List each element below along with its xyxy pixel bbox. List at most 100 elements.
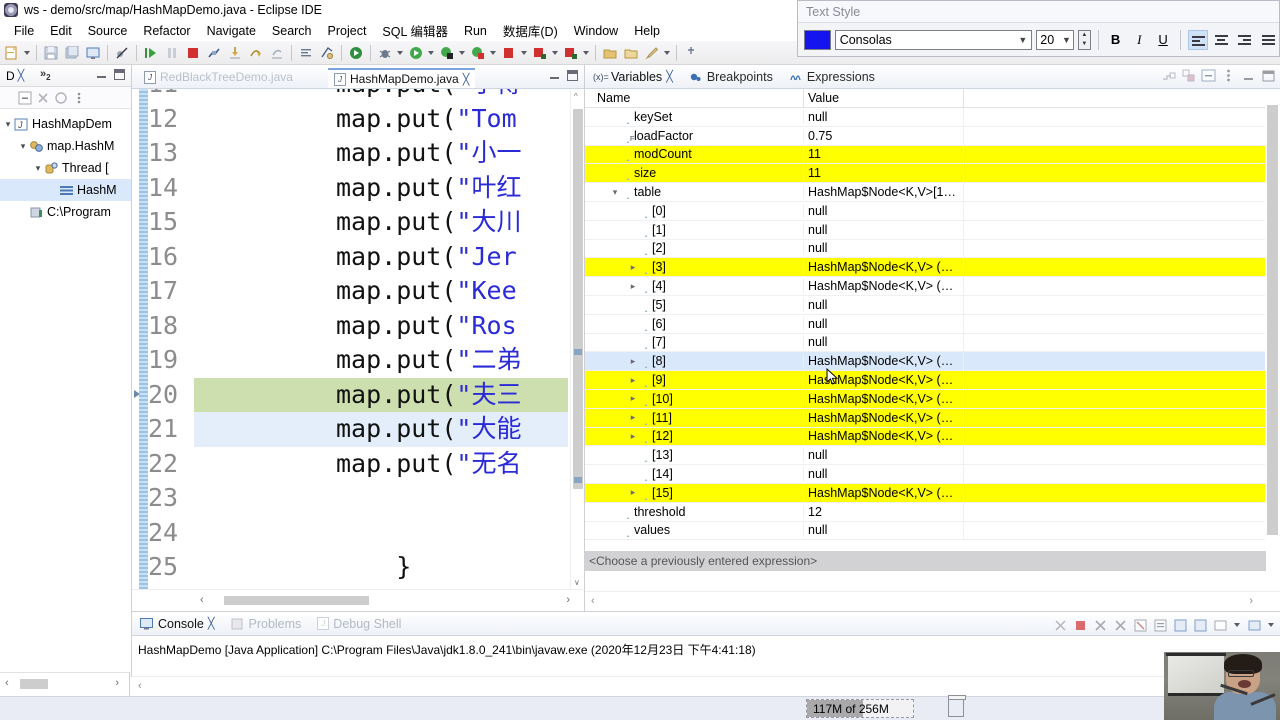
annotation-mark[interactable] — [574, 349, 582, 355]
tab-breakpoints[interactable]: Breakpoints — [681, 68, 781, 86]
variable-name-cell[interactable]: [6] — [585, 317, 803, 331]
pin-console-icon[interactable] — [1193, 618, 1208, 633]
code-line[interactable]: 14 map.put("叶红 — [132, 171, 568, 206]
variable-value-cell[interactable]: HashMap$Node<K,V> (… — [803, 391, 963, 406]
code-line[interactable]: 21 map.put("大能 — [132, 412, 568, 447]
menu-item-file[interactable]: File — [6, 22, 42, 40]
relaunch-icon[interactable] — [54, 91, 68, 105]
chevron-right-icon[interactable]: ▸ — [627, 393, 639, 404]
debug-tree-item[interactable]: C:\Program — [0, 201, 131, 223]
variable-value-cell[interactable]: null — [803, 203, 963, 218]
minimize-icon[interactable] — [1241, 68, 1256, 83]
chevron-down-icon[interactable]: ▾ — [32, 163, 44, 174]
chevron-right-icon[interactable]: ▸ — [627, 375, 639, 386]
variable-row[interactable]: ▸ [11] HashMap$Node<K,V> (… — [585, 408, 1266, 428]
font-size-select[interactable]: 20 ▼ — [1036, 29, 1074, 50]
code-area[interactable]: 11 map.put("子博 12 map.put("Tom 13 map.put("小一… — [132, 89, 568, 589]
font-family-select[interactable]: Consolas ▼ — [834, 29, 1033, 50]
variable-value-cell[interactable]: null — [803, 335, 963, 350]
code-line[interactable]: 22 map.put("无名 — [132, 447, 568, 482]
stepper-down-icon[interactable]: ▼ — [1079, 40, 1090, 49]
debug-view-horizontal-scrollbar[interactable]: ‹ › — [0, 672, 130, 696]
word-wrap-icon[interactable] — [1173, 618, 1188, 633]
chevron-right-icon[interactable]: ▸ — [627, 412, 639, 423]
save-icon[interactable] — [41, 43, 61, 63]
next-edit-icon[interactable] — [296, 43, 316, 63]
menu-item-source[interactable]: Source — [80, 22, 136, 40]
display-selected-console-icon[interactable] — [1213, 618, 1228, 633]
edit-pencil-icon[interactable] — [642, 43, 662, 63]
menu-item-run[interactable]: Run — [456, 22, 495, 40]
variable-value-cell[interactable]: null — [803, 297, 963, 312]
code-line[interactable]: 19 map.put("二弟 — [132, 343, 568, 378]
debug-tree-item[interactable]: ▾ J HashMapDem — [0, 113, 131, 135]
minimize-icon[interactable] — [96, 70, 107, 79]
font-size-stepper[interactable]: ▲ ▼ — [1077, 29, 1091, 50]
code-line[interactable]: 25 } — [132, 550, 568, 585]
variable-value-cell[interactable]: HashMap$Node<K,V> (… — [803, 279, 963, 294]
variable-name-cell[interactable]: [13] — [585, 448, 803, 463]
menu-item-window[interactable]: Window — [566, 22, 626, 40]
code-line[interactable]: 11 map.put("子博 — [132, 89, 568, 102]
code-line[interactable]: 17 map.put("Kee — [132, 274, 568, 309]
variable-name-cell[interactable]: ▸ [15] — [585, 486, 803, 500]
tab-problems[interactable]: Problems — [223, 615, 310, 633]
close-icon[interactable]: ╳ — [208, 617, 215, 630]
variable-row[interactable]: modCount 11 — [585, 145, 1266, 165]
variable-value-cell[interactable]: null — [803, 222, 963, 237]
collapse-all-2-icon[interactable] — [1201, 68, 1216, 83]
variable-row[interactable]: ▸ [3] HashMap$Node<K,V> (… — [585, 258, 1266, 278]
scroll-right-icon[interactable]: › — [566, 594, 570, 606]
variable-row[interactable]: [2] null — [585, 239, 1266, 259]
remove-all-terminated-icon[interactable] — [36, 91, 50, 105]
code-line[interactable]: 15 map.put("大川 — [132, 205, 568, 240]
scroll-left-icon[interactable]: ‹ — [5, 677, 9, 689]
align-left-button[interactable] — [1187, 29, 1208, 50]
minimize-icon[interactable] — [549, 71, 560, 80]
menu-item-navigate[interactable]: Navigate — [199, 22, 264, 40]
variable-name-cell[interactable]: modCount — [585, 147, 803, 162]
step-into-icon[interactable] — [225, 43, 245, 63]
variable-row[interactable]: size 11 — [585, 164, 1266, 184]
variable-name-cell[interactable]: keySet — [585, 110, 803, 124]
variable-name-cell[interactable]: [1] — [585, 223, 803, 237]
suspend-icon[interactable] — [162, 43, 182, 63]
variable-name-cell[interactable]: [2] — [585, 241, 803, 256]
variable-row[interactable]: [6] null — [585, 314, 1266, 334]
variable-value-cell[interactable]: null — [803, 316, 963, 331]
bold-button[interactable]: B — [1106, 30, 1126, 50]
variable-row[interactable]: [14] null — [585, 465, 1266, 484]
remove-launch-icon[interactable] — [1093, 618, 1108, 633]
variable-value-cell[interactable]: null — [803, 109, 963, 124]
editor-tab-redblacktreedemo[interactable]: J RedBlackTreeDemo.java — [138, 68, 299, 86]
chevron-right-icon[interactable]: ▸ — [627, 487, 639, 498]
tab-variables[interactable]: (x)= Variables ╳ — [585, 68, 681, 86]
column-header-value[interactable]: Value — [803, 89, 963, 107]
profile-icon[interactable] — [468, 43, 488, 63]
scroll-right-icon[interactable]: › — [1249, 595, 1253, 607]
variable-name-cell[interactable]: ▸ [10] — [585, 392, 803, 406]
open-type-icon[interactable] — [317, 43, 337, 63]
save-all-icon[interactable] — [62, 43, 82, 63]
variable-name-cell[interactable]: ▾ table — [585, 185, 803, 200]
external-tools-dropdown[interactable] — [520, 43, 529, 63]
variable-row[interactable]: [0] null — [585, 201, 1266, 221]
editor-tab-hashmapdemo[interactable]: J HashMapDemo.java ╳ — [328, 68, 476, 88]
trash-icon[interactable] — [948, 695, 966, 717]
variable-value-cell[interactable]: null — [803, 467, 963, 482]
menu-item-d[interactable]: 数据库(D) — [495, 19, 566, 42]
variable-name-cell[interactable]: ▸ [4] — [585, 279, 803, 294]
clear-console-icon[interactable] — [1133, 618, 1148, 633]
code-line[interactable]: 13 map.put("小一 — [132, 136, 568, 171]
color-swatch[interactable] — [804, 29, 831, 50]
debug-dropdown[interactable] — [396, 43, 405, 63]
new-wizard-icon[interactable] — [2, 43, 22, 63]
chevron-right-icon[interactable]: ▸ — [627, 262, 639, 273]
webcam-video-overlay[interactable] — [1164, 652, 1280, 720]
variable-name-cell[interactable]: [7] — [585, 335, 803, 350]
code-line[interactable]: 24 — [132, 516, 568, 551]
variable-value-cell[interactable]: HashMap$Node<K,V> (… — [803, 429, 963, 444]
variable-row[interactable]: ▸ [8] HashMap$Node<K,V> (… — [585, 352, 1266, 372]
variable-row[interactable]: threshold 12 — [585, 502, 1266, 522]
tab-debug-shell[interactable]: J Debug Shell — [309, 615, 409, 633]
